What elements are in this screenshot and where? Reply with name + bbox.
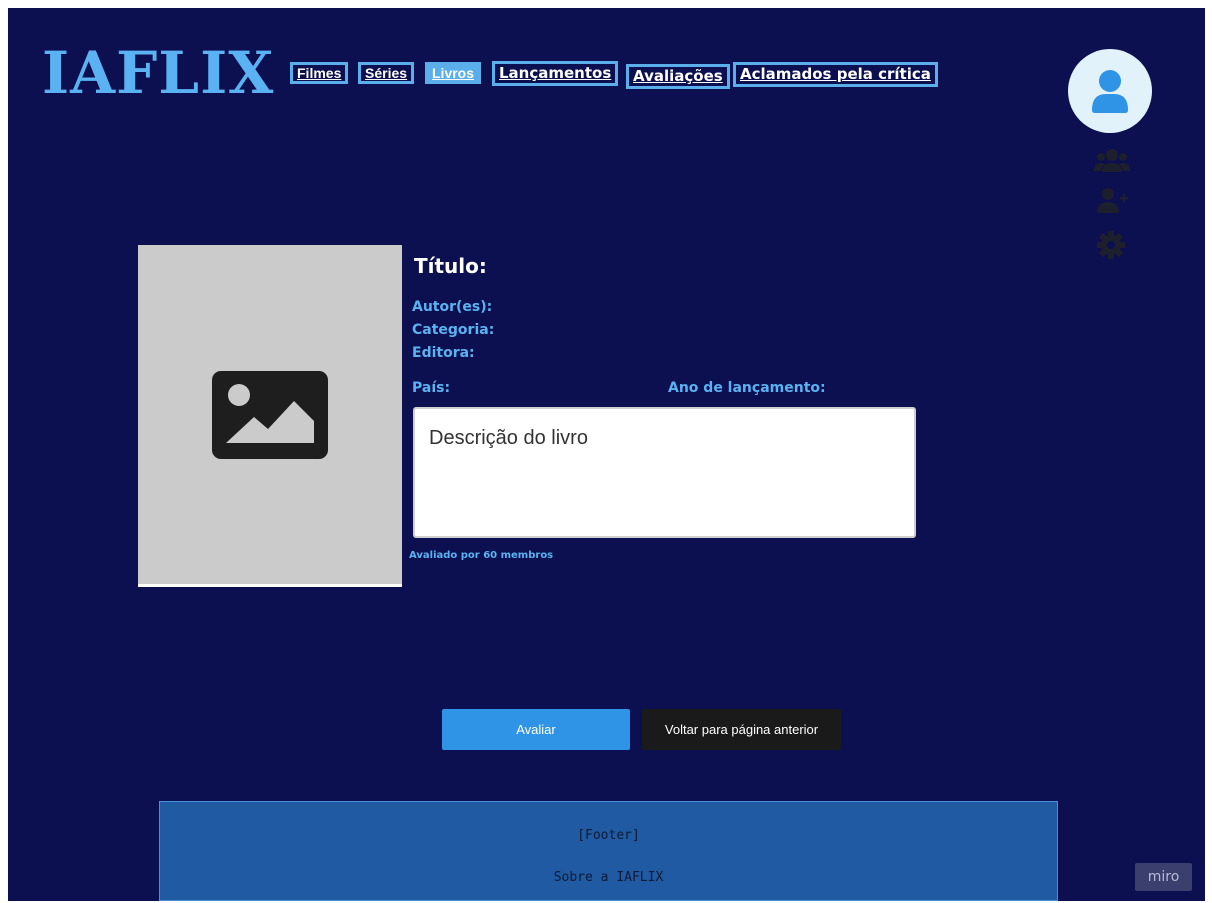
nav-series[interactable]: Séries <box>358 62 415 84</box>
profile-avatar[interactable] <box>1068 49 1152 133</box>
rating-count: Avaliado por 60 membros <box>409 550 554 561</box>
gear-icon[interactable] <box>1096 230 1126 260</box>
image-icon <box>212 371 328 459</box>
nav-aclamados[interactable]: Aclamados pela crítica <box>733 62 938 87</box>
add-user-icon[interactable] <box>1095 186 1129 216</box>
footer-placeholder: [Footer] <box>577 828 640 843</box>
miro-watermark: miro <box>1135 863 1192 891</box>
logo[interactable]: IAFLIX <box>42 44 274 102</box>
book-description: Descrição do livro <box>413 407 916 538</box>
country-label: País: <box>412 380 451 396</box>
release-year-label: Ano de lançamento: <box>668 380 826 396</box>
app-frame: IAFLIX Filmes Séries Livros Lançamentos … <box>8 8 1205 901</box>
rate-button[interactable]: Avaliar <box>442 709 630 750</box>
user-icon <box>1092 70 1128 113</box>
users-group-icon[interactable] <box>1092 146 1132 176</box>
category-label: Categoria: <box>412 322 495 338</box>
nav-lancamentos[interactable]: Lançamentos <box>492 61 619 86</box>
footer-about-link[interactable]: Sobre a IAFLIX <box>160 870 1057 885</box>
book-cover-placeholder <box>138 245 402 587</box>
footer: [Footer] Sobre a IAFLIX <box>159 801 1058 901</box>
book-title-label: Título: <box>414 254 487 278</box>
back-button[interactable]: Voltar para página anterior <box>642 709 841 750</box>
author-label: Autor(es): <box>412 299 493 315</box>
nav-livros[interactable]: Livros <box>425 62 482 84</box>
nav-avaliacoes[interactable]: Avaliações <box>626 64 730 89</box>
nav-filmes[interactable]: Filmes <box>290 62 349 84</box>
publisher-label: Editora: <box>412 345 475 361</box>
